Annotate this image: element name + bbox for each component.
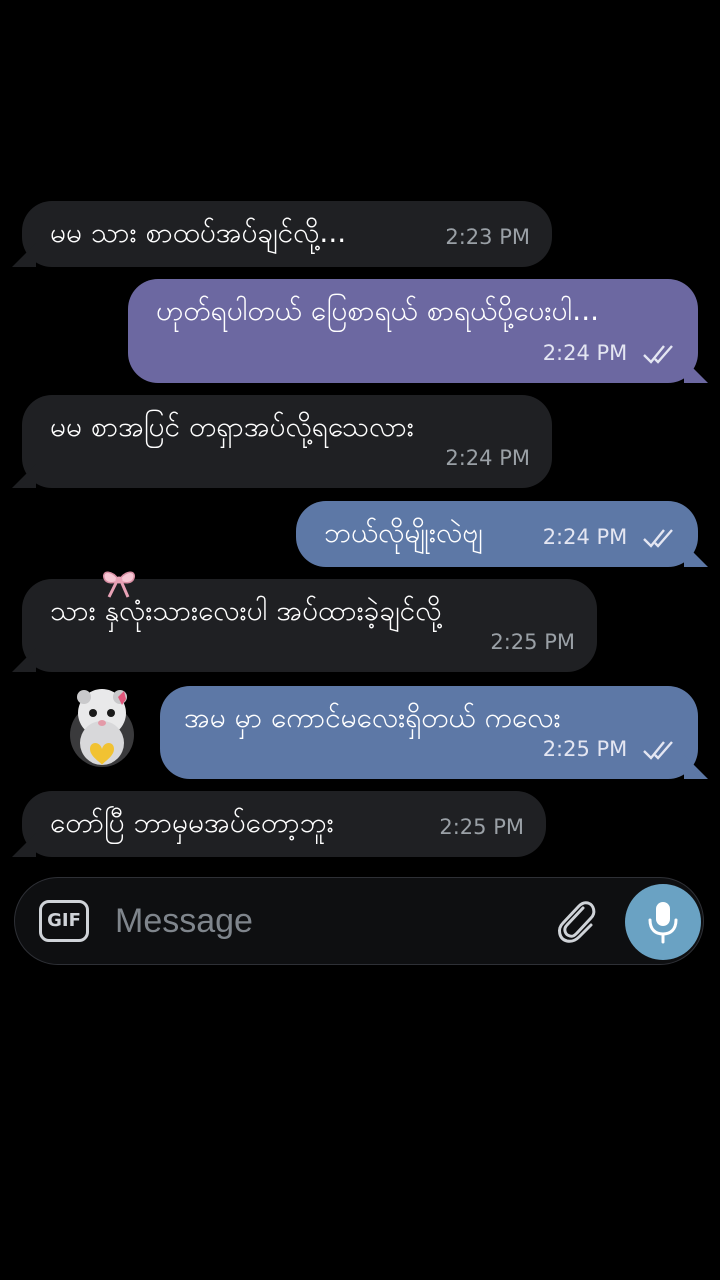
message-text: မမ စာအပြင် တရှာအပ်လို့ရသေလား (50, 410, 414, 443)
message-bubble-outgoing[interactable]: ဟုတ်ရပါတယ် ပြေစာရယ် စာရယ်ပို့ပေးပါ... 2:… (128, 279, 698, 383)
double-check-icon (643, 345, 673, 364)
message-text: အမ မှာ ကောင်မလေးရှိတယ် ကလေး (184, 701, 561, 734)
message-bubble-incoming[interactable]: တော်ပြီ ဘာမှမအပ်တော့ဘူး 2:25 PM (22, 791, 546, 857)
message-time: 2:24 PM (542, 341, 628, 365)
message-meta: 2:25 PM (543, 731, 676, 767)
message-bubble-incoming[interactable]: မမ စာအပြင် တရှာအပ်လို့ရသေလား 2:24 PM (22, 395, 552, 488)
message-time: 2:23 PM (445, 225, 530, 249)
voice-record-button[interactable] (625, 884, 701, 960)
message-text: မမ သား စာထပ်အပ်ချင်လို့... (50, 216, 347, 249)
double-check-icon (643, 529, 673, 548)
ribbon-bow-icon (103, 571, 135, 598)
message-bubble-outgoing[interactable]: အမ မှာ ကောင်မလေးရှိတယ် ကလေး 2:25 PM (160, 686, 698, 779)
microphone-icon (648, 902, 678, 944)
message-meta: 2:24 PM (543, 519, 676, 555)
message-time: 2:25 PM (439, 815, 524, 839)
gif-button[interactable]: GIF (39, 900, 89, 942)
hamster-heart-sticker (70, 689, 134, 767)
message-text: ဘယ်လိုမျိုးလဲဗျ (324, 516, 483, 549)
message-time: 2:24 PM (445, 446, 530, 470)
message-time: 2:25 PM (490, 630, 575, 654)
message-bubble-outgoing[interactable]: ဘယ်လိုမျိုးလဲဗျ 2:24 PM (296, 501, 698, 567)
message-bubble-incoming[interactable]: မမ သား စာထပ်အပ်ချင်လို့... 2:23 PM (22, 201, 552, 267)
message-meta: 2:24 PM (543, 335, 676, 371)
chat-screen: မမ သား စာထပ်အပ်ချင်လို့... 2:23 PM ဟုတ်ရ… (0, 0, 720, 1280)
message-text: တော်ပြီ ဘာမှမအပ်တော့ဘူး (50, 806, 334, 839)
message-text: ဟုတ်ရပါတယ် ပြေစာရယ် စာရယ်ပို့ပေးပါ... (156, 294, 600, 327)
message-time: 2:25 PM (542, 737, 628, 761)
message-composer: GIF (14, 877, 704, 965)
double-check-icon (643, 741, 673, 760)
paperclip-icon[interactable] (553, 898, 599, 946)
message-time: 2:24 PM (542, 525, 628, 549)
message-input[interactable] (115, 896, 535, 946)
